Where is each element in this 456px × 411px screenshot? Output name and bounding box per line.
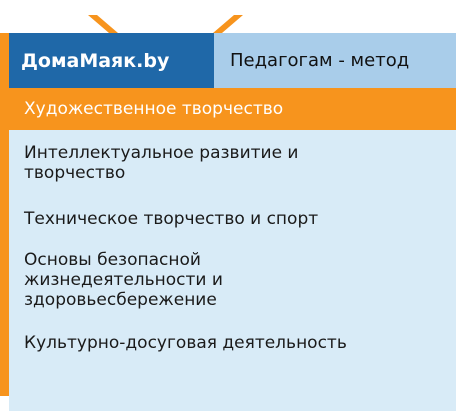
menu-item-label: Основы безопасной жизнедеятельности и зд…: [24, 250, 223, 310]
menu-frame: ДомаМаяк.by Педагогам - метод Художестве…: [0, 15, 456, 411]
menu-item-intellectual[interactable]: Интеллектуальное развитие и творчество: [9, 130, 456, 195]
menu-item-technical-sport[interactable]: Техническое творчество и спорт: [9, 195, 456, 237]
brand-link[interactable]: ДомаМаяк.by: [9, 33, 214, 88]
top-navigation-bar: ДомаМаяк.by Педагогам - метод: [9, 33, 456, 88]
menu-item-label: Художественное творчество: [24, 99, 284, 119]
menu-item-label: Культурно-досуговая деятельность: [24, 333, 347, 353]
menu-item-art[interactable]: Художественное творчество: [9, 88, 456, 130]
menu-item-label: Техническое творчество и спорт: [24, 209, 319, 229]
dropdown-panel: ДомаМаяк.by Педагогам - метод Художестве…: [9, 33, 456, 411]
menu-item-label: Интеллектуальное развитие и творчество: [24, 143, 299, 183]
menu-item-safety-health[interactable]: Основы безопасной жизнедеятельности и зд…: [9, 237, 456, 322]
menu-item-culture-leisure[interactable]: Культурно-досуговая деятельность: [9, 322, 456, 360]
teachers-methods-link[interactable]: Педагогам - метод: [214, 33, 409, 88]
category-menu: Художественное творчество Интеллектуальн…: [9, 88, 456, 360]
